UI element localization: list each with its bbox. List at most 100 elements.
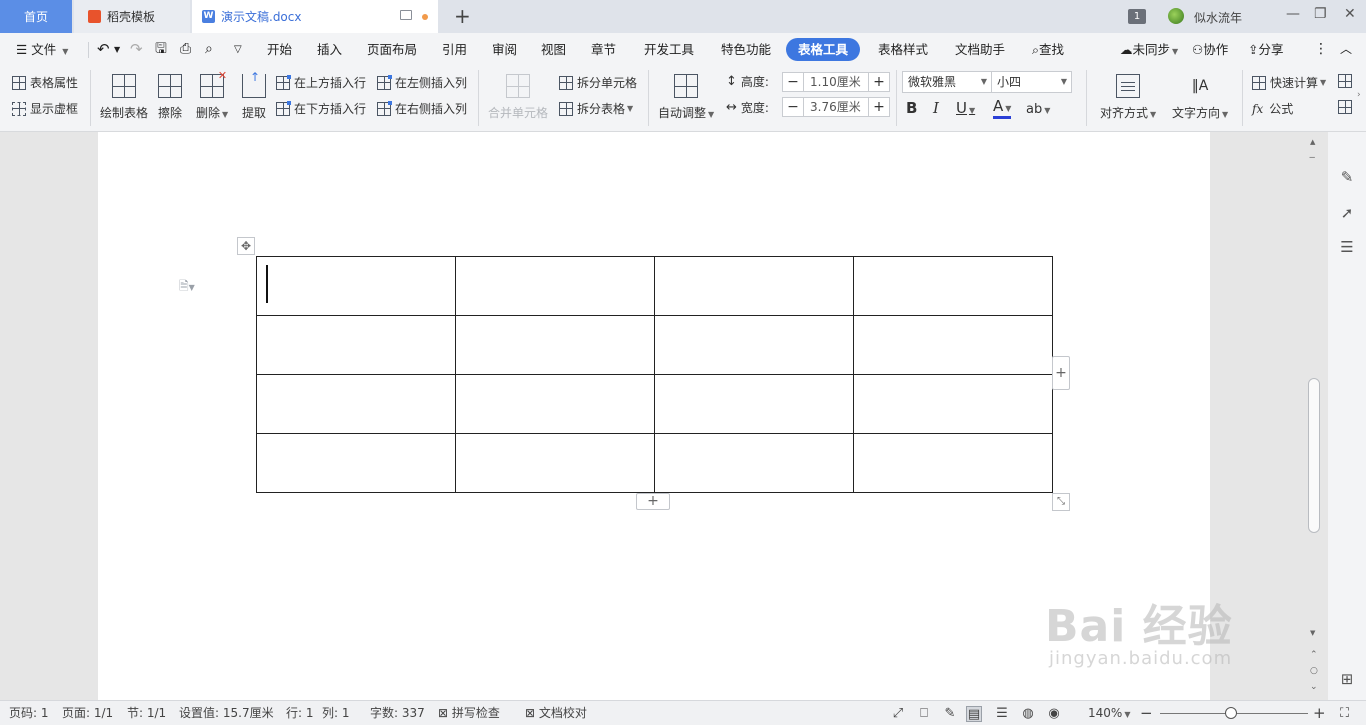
select-browse-object-icon[interactable]: ○ bbox=[1310, 666, 1318, 676]
next-page-icon[interactable]: ⌄ bbox=[1310, 682, 1318, 692]
zoom-slider-knob[interactable] bbox=[1225, 707, 1238, 719]
increase-width-button[interactable]: + bbox=[869, 98, 889, 116]
draw-table-button[interactable]: 绘制表格 bbox=[100, 74, 148, 121]
bold-button[interactable]: B bbox=[906, 99, 917, 117]
pen-icon[interactable]: ✎ bbox=[1338, 168, 1356, 186]
status-page-number[interactable]: 页码: 1 bbox=[9, 701, 49, 725]
table-cell[interactable] bbox=[654, 256, 854, 316]
tab-developer[interactable]: 开发工具 bbox=[644, 33, 694, 66]
scroll-up-icon[interactable]: ▲ bbox=[1310, 138, 1315, 146]
extract-button[interactable]: ↑ 提取 bbox=[242, 70, 266, 121]
window-count-badge[interactable]: 1 bbox=[1128, 9, 1146, 24]
tab-home[interactable]: 首页 bbox=[0, 0, 72, 33]
table-move-handle-icon[interactable]: ✥ bbox=[237, 237, 255, 255]
ribbon-more-icon[interactable] bbox=[1338, 74, 1356, 88]
share-button[interactable]: ⇪分享 bbox=[1248, 33, 1284, 66]
table-cell[interactable] bbox=[256, 374, 456, 434]
status-setting-value[interactable]: 设置值: 15.7厘米 bbox=[179, 701, 274, 725]
write-mode-icon[interactable]: ✎ bbox=[942, 706, 958, 722]
print-icon[interactable]: ⎙ bbox=[180, 33, 191, 66]
prev-page-icon[interactable]: ⌃ bbox=[1310, 650, 1318, 660]
split-table-button[interactable]: 拆分表格 ▼ bbox=[559, 100, 633, 117]
apps-grid-icon[interactable]: ⊞ bbox=[1338, 670, 1356, 688]
paragraph-handle-icon[interactable]: 🗎▼ bbox=[179, 277, 195, 298]
page-view-icon[interactable]: ▤ bbox=[966, 706, 982, 722]
tab-template[interactable]: 稻壳模板 bbox=[74, 0, 190, 33]
col-width-value[interactable]: 3.76厘米 bbox=[803, 98, 869, 116]
table-cell[interactable] bbox=[853, 433, 1053, 493]
undo-dropdown-icon[interactable]: ▼ bbox=[114, 33, 120, 66]
table-cell[interactable] bbox=[256, 256, 456, 316]
status-row[interactable]: 行: 1 bbox=[286, 701, 314, 725]
quick-access-more-icon[interactable]: ▽ bbox=[234, 33, 242, 66]
avatar[interactable] bbox=[1168, 8, 1184, 24]
delete-button[interactable]: ✕ 删除 ▼ bbox=[196, 69, 228, 121]
formula-button[interactable]: fx 公式 bbox=[1252, 100, 1293, 117]
file-menu[interactable]: ☰ 文件 ▼ bbox=[16, 33, 68, 66]
scrollbar-thumb[interactable] bbox=[1308, 378, 1320, 533]
align-button[interactable]: 对齐方式 ▼ bbox=[1100, 74, 1156, 121]
tab-table-style[interactable]: 表格样式 bbox=[878, 33, 928, 66]
tab-references[interactable]: 引用 bbox=[442, 33, 467, 66]
insert-row-above-button[interactable]: 在上方插入行 bbox=[276, 74, 366, 91]
minimize-button[interactable]: — bbox=[1286, 6, 1300, 22]
font-name-select[interactable]: 微软雅黑 ▼ bbox=[902, 71, 992, 93]
close-button[interactable]: ✕ bbox=[1344, 6, 1356, 22]
decrease-height-button[interactable]: − bbox=[783, 73, 803, 91]
font-color-button[interactable]: A ▼ bbox=[993, 99, 1012, 119]
tab-review[interactable]: 审阅 bbox=[492, 33, 517, 66]
table-cell[interactable] bbox=[654, 374, 854, 434]
decrease-width-button[interactable]: − bbox=[783, 98, 803, 116]
table-cell[interactable] bbox=[455, 374, 655, 434]
user-name[interactable]: 似水流年 bbox=[1194, 9, 1242, 26]
read-mode-icon[interactable]: ⎕ bbox=[916, 706, 932, 722]
tab-view[interactable]: 视图 bbox=[541, 33, 566, 66]
tab-page-layout[interactable]: 页面布局 bbox=[367, 33, 417, 66]
insert-col-right-button[interactable]: 在右侧插入列 bbox=[377, 100, 467, 117]
save-icon[interactable]: 🖫 bbox=[155, 33, 167, 66]
status-section[interactable]: 节: 1/1 bbox=[127, 701, 166, 725]
auto-fit-button[interactable]: 自动调整 ▼ bbox=[658, 74, 714, 121]
print-preview-icon[interactable]: ⌕ bbox=[205, 33, 213, 66]
tab-doc-assistant[interactable]: 文档助手 bbox=[955, 33, 1005, 66]
table-cell[interactable] bbox=[853, 256, 1053, 316]
text-direction-button[interactable]: ‖A 文字方向 ▼ bbox=[1172, 74, 1228, 121]
web-view-icon[interactable]: ◍ bbox=[1020, 706, 1036, 722]
table-cell[interactable] bbox=[853, 315, 1053, 375]
underline-button[interactable]: U ▼ bbox=[956, 99, 975, 117]
font-size-select[interactable]: 小四 ▼ bbox=[991, 71, 1072, 93]
new-tab-button[interactable]: + bbox=[454, 6, 471, 26]
quick-calc-button[interactable]: 快速计算 ▼ bbox=[1252, 74, 1326, 91]
document-table[interactable] bbox=[256, 256, 1053, 493]
insert-col-left-button[interactable]: 在左侧插入列 bbox=[377, 74, 467, 91]
scroll-down-icon[interactable]: ▼ bbox=[1310, 629, 1315, 637]
tab-chapter[interactable]: 章节 bbox=[591, 33, 616, 66]
table-resize-handle-icon[interactable]: ⤡ bbox=[1052, 493, 1070, 511]
row-height-stepper[interactable]: − 1.10厘米 + bbox=[782, 72, 890, 92]
doc-proof-button[interactable]: ⊠ 文档校对 bbox=[525, 701, 587, 725]
spell-check-button[interactable]: ⊠ 拼写检查 bbox=[438, 701, 500, 725]
ribbon-scroll-right-icon[interactable]: › bbox=[1357, 90, 1361, 100]
status-pages[interactable]: 页面: 1/1 bbox=[62, 701, 113, 725]
eye-protection-icon[interactable]: ◉ bbox=[1046, 706, 1062, 722]
more-options-icon[interactable]: ⋮ bbox=[1314, 33, 1328, 66]
collapse-ribbon-icon[interactable]: ︿ bbox=[1340, 33, 1352, 66]
sync-button[interactable]: ☁未同步 ▼ bbox=[1120, 33, 1178, 66]
select-pointer-icon[interactable]: ➚ bbox=[1338, 204, 1356, 222]
zoom-level-select[interactable]: 140% ▼ bbox=[1088, 701, 1130, 725]
col-width-stepper[interactable]: − 3.76厘米 + bbox=[782, 97, 890, 117]
table-cell[interactable] bbox=[455, 315, 655, 375]
vertical-scrollbar[interactable]: ▲ ‒ ▼ ⌃ ○ ⌄ bbox=[1307, 132, 1323, 700]
table-cell[interactable] bbox=[654, 433, 854, 493]
tab-document[interactable]: W 演示文稿.docx bbox=[192, 0, 438, 33]
row-height-value[interactable]: 1.10厘米 bbox=[803, 73, 869, 91]
table-cell[interactable] bbox=[256, 433, 456, 493]
redo-button[interactable]: ↷ bbox=[130, 33, 143, 66]
show-gridlines-button[interactable]: 显示虚框 bbox=[12, 100, 78, 117]
italic-button[interactable]: I bbox=[933, 99, 939, 117]
tab-start[interactable]: 开始 bbox=[267, 33, 292, 66]
insert-row-below-button[interactable]: 在下方插入行 bbox=[276, 100, 366, 117]
fit-window-icon[interactable]: ⛶ bbox=[1340, 701, 1349, 725]
search-button[interactable]: ⌕查找 bbox=[1032, 33, 1064, 66]
fullscreen-icon[interactable]: ⤢ bbox=[890, 706, 906, 722]
